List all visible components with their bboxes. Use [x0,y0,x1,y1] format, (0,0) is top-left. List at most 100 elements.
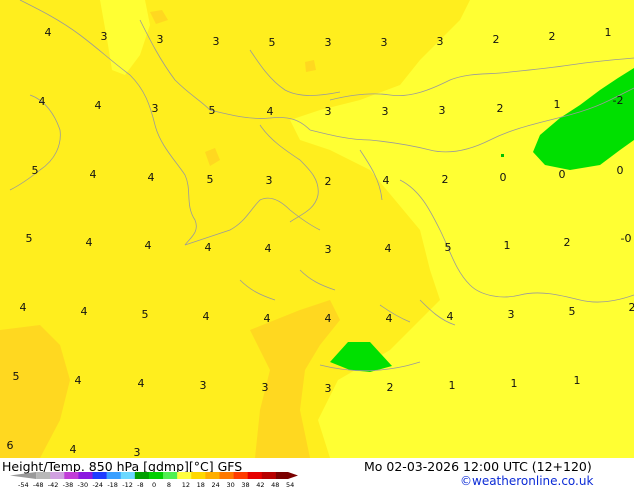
legend-swatch [10,472,37,479]
legend-tick-label: 38 [241,481,249,489]
map-value-label: 4 [20,301,27,314]
map-value-label: 4 [81,305,88,318]
legend-swatch [177,472,192,479]
map-value-label: 3 [200,379,207,392]
map-value-label: 3 [325,36,332,49]
legend-tick-label: 18 [197,481,205,489]
legend-tick-label: 54 [286,481,294,489]
legend-tick-label: 48 [271,481,279,489]
legend-swatch [247,472,263,479]
map-value-label: 4 [145,239,152,252]
legend-tick-label: 30 [226,481,234,489]
legend-swatch [120,472,136,479]
map-value-label: 3 [325,105,332,118]
legend-swatch [50,472,65,479]
map-value-label: 3 [152,102,159,115]
map-value-label: 4 [447,310,454,323]
map-value-label: 2 [497,102,504,115]
map-value-label: 3 [437,35,444,48]
legend-tick-label: 8 [167,481,171,489]
color-legend: -54 -48 -42 -38 -30 -24 -18 -12 -8 0 8 12 18 24 30 38 42… [10,472,298,489]
legend-swatch [219,472,234,479]
map-value-label: 0 [500,171,507,184]
map-footer: Height/Temp. 850 hPa [gdmp][°C] GFS Mo 0… [0,458,634,490]
legend-swatch [106,472,122,479]
legend-swatch [64,472,79,479]
map-value-label: 3 [381,36,388,49]
map-value-label: 5 [209,104,216,117]
map-value-label: 4 [148,171,155,184]
map-value-label: 3 [382,105,389,118]
map-value-label: 2 [325,175,332,188]
legend-swatch [261,472,277,479]
map-value-label: 4 [203,310,210,323]
map-value-label: 2 [387,381,394,394]
legend-tick-label: -12 [122,481,133,489]
map-value-label: -0 [621,232,632,245]
map-value-label: 4 [39,95,46,108]
temperature-patch-small-3 [305,60,316,72]
legend-tick-label: 0 [152,481,156,489]
map-value-label: 1 [449,379,456,392]
map-value-label: 4 [205,241,212,254]
map-value-label: 5 [207,173,214,186]
legend-swatch [148,472,164,479]
map-value-label: 4 [325,312,332,325]
map-value-label: 4 [265,242,272,255]
map-value-label: 3 [262,381,269,394]
weather-map-view: 4 3 3 3 5 3 3 3 2 2 1 4 4 3 5 4 3 3 3 2 1 -2 5 4 4 5 3 2 4 2 0 0 0 5 4 4 4 4 3… [0,0,634,490]
legend-swatch [92,472,107,479]
map-value-label: -2 [613,94,624,107]
legend-tick-label: -18 [107,481,118,489]
map-value-label: 3 [134,446,141,458]
map-value-label: 3 [213,35,220,48]
legend-tick-label: 12 [182,481,190,489]
valid-time: Mo 02-03-2026 12:00 UTC (12+120) [364,459,592,474]
map-value-label: 3 [266,174,273,187]
legend-tick-label: -24 [92,481,103,489]
map-value-label: 5 [26,232,33,245]
map-value-label: 3 [439,104,446,117]
map-value-label: 0 [617,164,624,177]
map-value-label: 4 [70,443,77,456]
map-value-label: 2 [629,301,634,314]
map-value-label: 4 [90,168,97,181]
map-value-label: 1 [504,239,511,252]
map-value-label: 4 [138,377,145,390]
legend-swatch [191,472,206,479]
map-value-label: 2 [493,33,500,46]
map-value-label: 4 [86,236,93,249]
map-value-label: 5 [13,370,20,383]
map-value-label: 3 [325,243,332,256]
legend-tick-label: -54 [18,481,29,489]
map-value-label: 1 [554,98,561,111]
map-value-label: 5 [269,36,276,49]
map-value-label: 5 [142,308,149,321]
map-value-label: 6 [7,439,14,452]
legend-tick-label: -30 [78,481,89,489]
map-value-label: 1 [574,374,581,387]
legend-swatch [163,472,178,479]
map-value-label: 3 [508,308,515,321]
map-value-label: 2 [549,30,556,43]
map-value-label: 3 [325,382,332,395]
map-canvas: 4 3 3 3 5 3 3 3 2 2 1 4 4 3 5 4 3 3 3 2 1 -2 5 4 4 5 3 2 4 2 0 0 0 5 4 4 4 4 3… [0,0,634,458]
legend-swatch [275,472,298,479]
credit-link[interactable]: ©weatheronline.co.uk [460,474,593,488]
map-value-label: 2 [564,236,571,249]
legend-swatch [78,472,93,479]
map-value-label: 1 [605,26,612,39]
map-value-label: 3 [101,30,108,43]
legend-tick-label: -42 [48,481,59,489]
legend-tick-label: -38 [63,481,74,489]
legend-swatch [36,472,51,479]
map-value-label: 0 [559,168,566,181]
legend-swatch [205,472,220,479]
map-value-label: 3 [157,33,164,46]
map-value-label: 4 [45,26,52,39]
legend-tick-label: -8 [137,481,143,489]
map-value-label: 2 [442,173,449,186]
map-value-label: 5 [32,164,39,177]
temperature-dot [501,154,504,157]
map-value-label: 4 [267,105,274,118]
